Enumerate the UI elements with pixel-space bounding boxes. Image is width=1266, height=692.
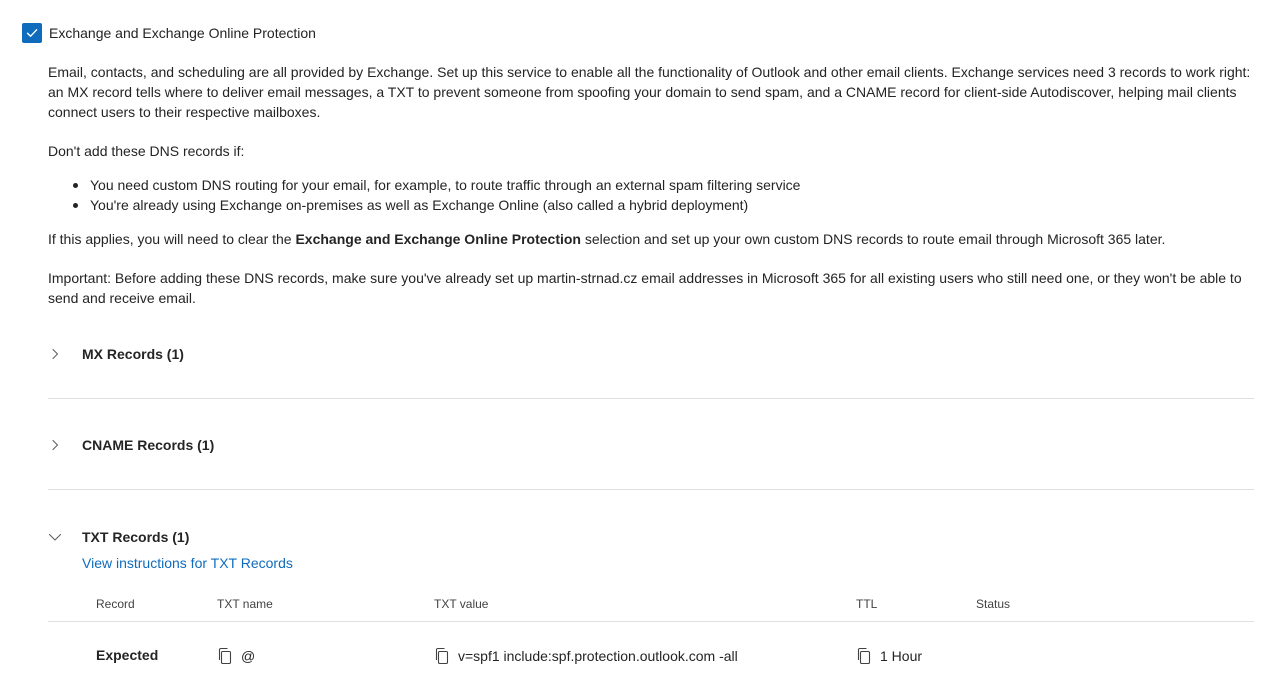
section-divider xyxy=(48,489,1254,490)
column-header-ttl: TTL xyxy=(856,597,878,611)
chevron-right-icon xyxy=(48,438,62,452)
important-paragraph: Important: Before adding these DNS recor… xyxy=(48,270,1242,306)
dont-add-list: You need custom DNS routing for your ema… xyxy=(48,175,800,215)
section-txt-records[interactable]: TXT Records (1) xyxy=(48,529,189,545)
dont-add-paragraph: Don't add these DNS records if: xyxy=(48,143,245,159)
service-label: Exchange and Exchange Online Protection xyxy=(49,25,316,41)
applies-paragraph: If this applies, you will need to clear … xyxy=(48,231,1166,247)
copy-icon[interactable] xyxy=(434,647,450,665)
txt-name-cell: @ xyxy=(217,647,255,665)
section-title: TXT Records (1) xyxy=(82,529,190,545)
checkmark-icon xyxy=(26,29,38,37)
txt-value-value: v=spf1 include:spf.protection.outlook.co… xyxy=(458,648,738,664)
list-item: You're already using Exchange on-premise… xyxy=(48,195,800,215)
column-header-txt-name: TXT name xyxy=(217,597,273,611)
chevron-down-icon xyxy=(48,530,62,544)
column-header-txt-value: TXT value xyxy=(434,597,489,611)
copy-icon[interactable] xyxy=(856,647,872,665)
column-header-record: Record xyxy=(96,597,135,611)
section-title: CNAME Records (1) xyxy=(82,437,215,453)
record-cell: Expected xyxy=(96,647,159,663)
chevron-right-icon xyxy=(48,347,62,361)
copy-icon[interactable] xyxy=(217,647,233,665)
txt-instructions-link[interactable]: View instructions for TXT Records xyxy=(82,555,293,571)
txt-name-value: @ xyxy=(241,648,256,664)
section-cname-records[interactable]: CNAME Records (1) xyxy=(48,437,214,453)
ttl-cell: 1 Hour xyxy=(856,647,922,665)
service-checkbox-row[interactable]: Exchange and Exchange Online Protection xyxy=(22,23,316,43)
ttl-value: 1 Hour xyxy=(880,648,923,664)
section-title: MX Records (1) xyxy=(82,346,184,362)
section-divider xyxy=(48,398,1254,399)
list-item: You need custom DNS routing for your ema… xyxy=(48,175,800,195)
service-checkbox[interactable] xyxy=(22,23,42,43)
column-header-status: Status xyxy=(976,597,1011,611)
section-mx-records[interactable]: MX Records (1) xyxy=(48,346,184,362)
txt-value-cell: v=spf1 include:spf.protection.outlook.co… xyxy=(434,647,738,665)
dns-setup-page: Exchange and Exchange Online Protection … xyxy=(0,0,1266,692)
intro-paragraph: Email, contacts, and scheduling are all … xyxy=(48,64,1251,120)
table-header-divider xyxy=(48,621,1254,622)
